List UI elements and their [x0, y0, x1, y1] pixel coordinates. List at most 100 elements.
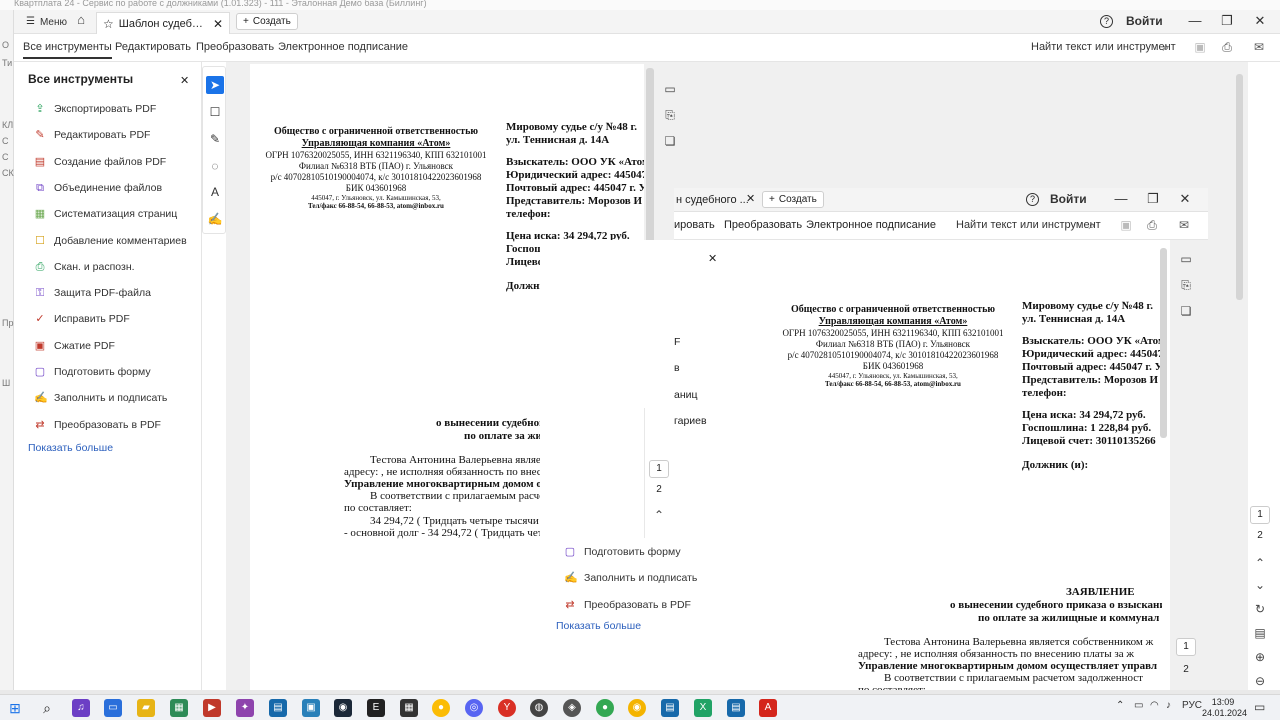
maximize-icon[interactable]: ❐	[1144, 191, 1162, 207]
help-icon[interactable]: ?	[1026, 193, 1039, 206]
maximize-icon[interactable]: ❐	[1218, 13, 1236, 29]
zoom-out-icon[interactable]: ⊖	[1252, 674, 1268, 688]
language-indicator[interactable]: РУС	[1182, 700, 1202, 711]
notification-icon[interactable]: ▭	[1254, 700, 1265, 714]
page-1-thumb-2[interactable]: 1	[649, 460, 669, 478]
tab-convert-2[interactable]: Преобразовать	[724, 219, 802, 231]
minimize-icon[interactable]: —	[1112, 191, 1130, 206]
page-2-thumb-outer[interactable]: 2	[1250, 530, 1270, 541]
page-1-thumb-outer[interactable]: 1	[1250, 506, 1270, 524]
wifi-icon[interactable]: ◠	[1150, 700, 1159, 711]
volume-icon[interactable]: ♪	[1166, 700, 1171, 711]
tool-item[interactable]: ⧉ Объединение файлов	[34, 182, 162, 194]
help-icon[interactable]: ?	[1100, 15, 1113, 28]
close-window-icon[interactable]: ✕	[1251, 13, 1269, 29]
close-tab-icon[interactable]: ✕	[746, 194, 755, 205]
tab-e-sign[interactable]: Электронное подписание	[278, 41, 408, 53]
search-icon[interactable]: ⌕	[1158, 40, 1174, 55]
search-icon[interactable]: ⌕	[1084, 218, 1100, 233]
chrome-2-icon[interactable]: ●	[596, 699, 614, 717]
tool-item[interactable]: ⚿ Защита PDF-файла	[34, 287, 151, 299]
create-button-2[interactable]: + Создать	[762, 191, 824, 208]
tool-fragment[interactable]: в	[674, 362, 680, 374]
video-app-icon[interactable]: ▶	[203, 699, 221, 717]
tool-fragment[interactable]: аниц	[674, 389, 698, 401]
tool-item[interactable]: ⎙ Скан. и распозн.	[34, 261, 135, 273]
signature-icon[interactable]: ✍	[206, 210, 224, 228]
tool-item[interactable]: ✍ Заполнить и подписать	[34, 392, 167, 404]
tool-fragment[interactable]: F	[674, 336, 680, 348]
tool-item[interactable]: ⇪ Экспортировать PDF	[34, 103, 156, 115]
copy-pages-icon[interactable]: ❏	[662, 134, 678, 148]
document-tab[interactable]: ☆ Шаблон судебного ... ✕	[96, 12, 230, 34]
document-scrollbar-2[interactable]	[1160, 248, 1167, 438]
figma-icon[interactable]: ✦	[236, 699, 254, 717]
film-app-icon[interactable]: ▦	[400, 699, 418, 717]
obs-icon[interactable]: ◍	[530, 699, 548, 717]
refresh-icon[interactable]: ↻	[1252, 602, 1268, 616]
profile-app-icon[interactable]: ◉	[628, 699, 646, 717]
tool-item[interactable]: ✎ Редактировать PDF	[34, 129, 150, 141]
menu-button[interactable]: ☰ Меню	[20, 13, 73, 31]
page-2-thumb-2b[interactable]: 2	[1176, 664, 1196, 675]
comment-panel-icon[interactable]: ▭	[1178, 252, 1194, 266]
chevron-down-icon[interactable]: ⌄	[1252, 578, 1268, 592]
app-icon[interactable]: ◈	[563, 699, 581, 717]
bookmark-icon[interactable]: ⎘	[1178, 278, 1194, 293]
page-2-thumb-2[interactable]: 2	[649, 484, 669, 495]
print-icon[interactable]: ⎙	[1144, 218, 1160, 233]
yandex-icon[interactable]: Y	[498, 699, 516, 717]
tool-item[interactable]: ▤ Создание файлов PDF	[34, 156, 166, 168]
star-icon[interactable]: ☆	[103, 18, 114, 30]
chevron-up-icon[interactable]: ⌃	[651, 508, 667, 522]
close-window-icon[interactable]: ✕	[1176, 191, 1194, 207]
tool-item[interactable]: ▣ Сжатие PDF	[34, 340, 115, 352]
tool-fragment[interactable]: гариев	[674, 415, 707, 427]
tool-item[interactable]: ☐ Добавление комментариев	[34, 235, 187, 247]
music-app-icon[interactable]: ♫	[72, 699, 90, 717]
tool-item[interactable]: ▢ Подготовить форму	[564, 546, 681, 558]
mail-icon[interactable]: ✉	[1176, 218, 1192, 232]
folder-icon[interactable]: ▰	[137, 699, 155, 717]
outer-scrollbar[interactable]	[1236, 74, 1243, 300]
print-icon[interactable]: ⎙	[1219, 40, 1235, 55]
find-tool-search-2[interactable]: Найти текст или инструмент	[956, 219, 1101, 231]
save-icon[interactable]: ▣	[1118, 218, 1134, 232]
store-app-icon[interactable]: ▤	[269, 699, 287, 717]
sheet-app-icon[interactable]: ▦	[170, 699, 188, 717]
tab-all-tools[interactable]: Все инструменты	[23, 41, 112, 59]
lasso-icon[interactable]: ◌	[206, 157, 224, 175]
notes-app-icon[interactable]: ▤	[661, 699, 679, 717]
doc-app-icon[interactable]: ▤	[727, 699, 745, 717]
login-button[interactable]: Войти	[1126, 14, 1163, 28]
find-tool-search[interactable]: Найти текст или инструмент	[1031, 41, 1176, 53]
page-1-thumb-2b[interactable]: 1	[1176, 638, 1196, 656]
windows-start-icon[interactable]: ⊞	[6, 699, 24, 717]
excel-icon[interactable]: X	[694, 699, 712, 717]
acrobat-icon[interactable]: A	[759, 699, 777, 717]
search-icon[interactable]: ⌕	[38, 699, 56, 717]
tray-chevron-icon[interactable]: ⌃	[1116, 700, 1124, 711]
epic-games-icon[interactable]: E	[367, 699, 385, 717]
chevron-up-icon[interactable]: ⌃	[1252, 556, 1268, 570]
create-button[interactable]: + Создать	[236, 13, 298, 30]
page-tools-icon[interactable]: ▤	[1252, 626, 1268, 640]
mail-icon[interactable]: ✉	[1251, 40, 1267, 54]
bookmark-icon[interactable]: ⎘	[662, 108, 678, 123]
document-tab-title-2[interactable]: н судебного ...	[676, 194, 749, 206]
tool-item[interactable]: ⇄ Преобразовать в PDF	[34, 419, 161, 431]
home-icon[interactable]: ⌂	[72, 13, 90, 31]
tool-item[interactable]: ✓ Исправить PDF	[34, 313, 129, 325]
close-tab-icon[interactable]: ✕	[213, 18, 223, 30]
tab-convert[interactable]: Преобразовать	[196, 41, 274, 53]
tab-edit[interactable]: Редактировать	[115, 41, 191, 53]
text-box-icon[interactable]: A	[206, 183, 224, 201]
show-more-link[interactable]: Показать больше	[28, 442, 113, 454]
chrome-icon[interactable]: ●	[432, 699, 450, 717]
tool-item[interactable]: ▦ Систематизация страниц	[34, 208, 178, 220]
minimize-icon[interactable]: —	[1186, 13, 1204, 28]
teams-app-icon[interactable]: ▣	[302, 699, 320, 717]
tool-item[interactable]: ✍ Заполнить и подписать	[564, 572, 697, 584]
copy-pages-icon[interactable]: ❏	[1178, 304, 1194, 318]
network-icon[interactable]: ▭	[1134, 700, 1143, 711]
